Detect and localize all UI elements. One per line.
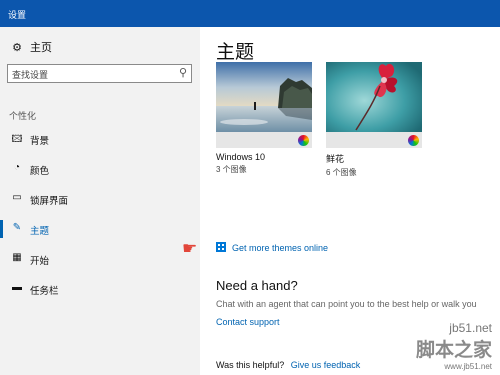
title-bar[interactable]: 设置	[0, 0, 500, 27]
watermark-brand: 脚本之家	[415, 340, 492, 361]
theme-card-windows10[interactable]: Windows 10 3 个图像	[216, 62, 312, 175]
gear-icon: ⚙	[12, 42, 22, 54]
theme-card-flowers[interactable]: 鲜花 6 个图像	[326, 62, 422, 178]
search-box[interactable]: ⚲	[7, 64, 192, 83]
get-more-themes-label: Get more themes online	[232, 243, 329, 253]
sidebar: ⚙ 主页 ⚲ 个性化 🖾 背景 ◔ 颜色 ▭ 锁屏界面 ✎ 主题 ▦ 开始 ▬	[0, 27, 200, 375]
watermark: jb51.net 脚本之家 www.jb51.net	[416, 321, 492, 371]
color-wheel-icon	[408, 135, 419, 146]
get-more-themes-link[interactable]: Get more themes online	[216, 242, 328, 253]
sidebar-item-label: 任务栏	[30, 286, 59, 297]
sidebar-item-taskbar[interactable]: ▬ 任务栏	[0, 277, 200, 301]
sidebar-item-lock-screen[interactable]: ▭ 锁屏界面	[0, 187, 200, 211]
sidebar-item-label: 主题	[30, 226, 50, 237]
search-input[interactable]	[8, 67, 172, 83]
theme-image-count: 6 个图像	[326, 168, 357, 177]
sidebar-item-start[interactable]: ▦ 开始	[0, 247, 200, 271]
sidebar-item-label: 锁屏界面	[30, 196, 69, 207]
watermark-url: www.jb51.net	[444, 362, 492, 371]
watermark-site: jb51.net	[449, 321, 492, 335]
theme-name: Windows 10	[216, 152, 266, 162]
palette-icon: ◔	[13, 162, 21, 173]
sidebar-item-themes[interactable]: ✎ 主题	[0, 217, 200, 241]
store-icon	[216, 242, 226, 252]
home-nav[interactable]: ⚙ 主页	[10, 39, 52, 55]
picture-icon: 🖾	[11, 134, 23, 145]
help-heading: Need a hand?	[216, 278, 298, 293]
main-content: 主题 Windows 10 3 个图像 鲜花 6 个图像 ☛ Get more …	[182, 27, 500, 375]
taskbar-icon: ▬	[12, 282, 22, 293]
sidebar-item-background[interactable]: 🖾 背景	[0, 127, 200, 151]
theme-name: 鲜花	[326, 154, 345, 164]
settings-window: ⚙ 主页 ⚲ 个性化 🖾 背景 ◔ 颜色 ▭ 锁屏界面 ✎ 主题 ▦ 开始 ▬	[0, 27, 500, 375]
lock-screen-icon: ▭	[12, 192, 22, 203]
helpful-question: Was this helpful?	[216, 360, 285, 370]
search-icon[interactable]: ⚲	[179, 66, 187, 79]
start-tiles-icon: ▦	[12, 252, 22, 263]
helpful-row: Was this helpful? Give us feedback	[216, 360, 360, 370]
window-title: 设置	[8, 10, 27, 20]
help-description: Chat with an agent that can point you to…	[216, 299, 477, 309]
page-title: 主题	[216, 42, 255, 63]
color-wheel-icon	[298, 135, 309, 146]
theme-thumbnail	[216, 62, 312, 148]
sidebar-item-label: 颜色	[30, 166, 50, 177]
home-label: 主页	[30, 42, 52, 54]
theme-thumbnail	[326, 62, 422, 148]
section-label-personalization: 个性化	[9, 111, 37, 121]
give-feedback-link[interactable]: Give us feedback	[291, 360, 361, 370]
pointing-hand-icon: ☛	[182, 239, 198, 258]
theme-image-count: 3 个图像	[216, 165, 247, 174]
sidebar-item-colors[interactable]: ◔ 颜色	[0, 157, 200, 181]
sidebar-item-label: 开始	[30, 256, 50, 267]
sidebar-item-label: 背景	[30, 136, 50, 147]
brush-icon: ✎	[12, 222, 22, 233]
contact-support-link[interactable]: Contact support	[216, 317, 280, 327]
